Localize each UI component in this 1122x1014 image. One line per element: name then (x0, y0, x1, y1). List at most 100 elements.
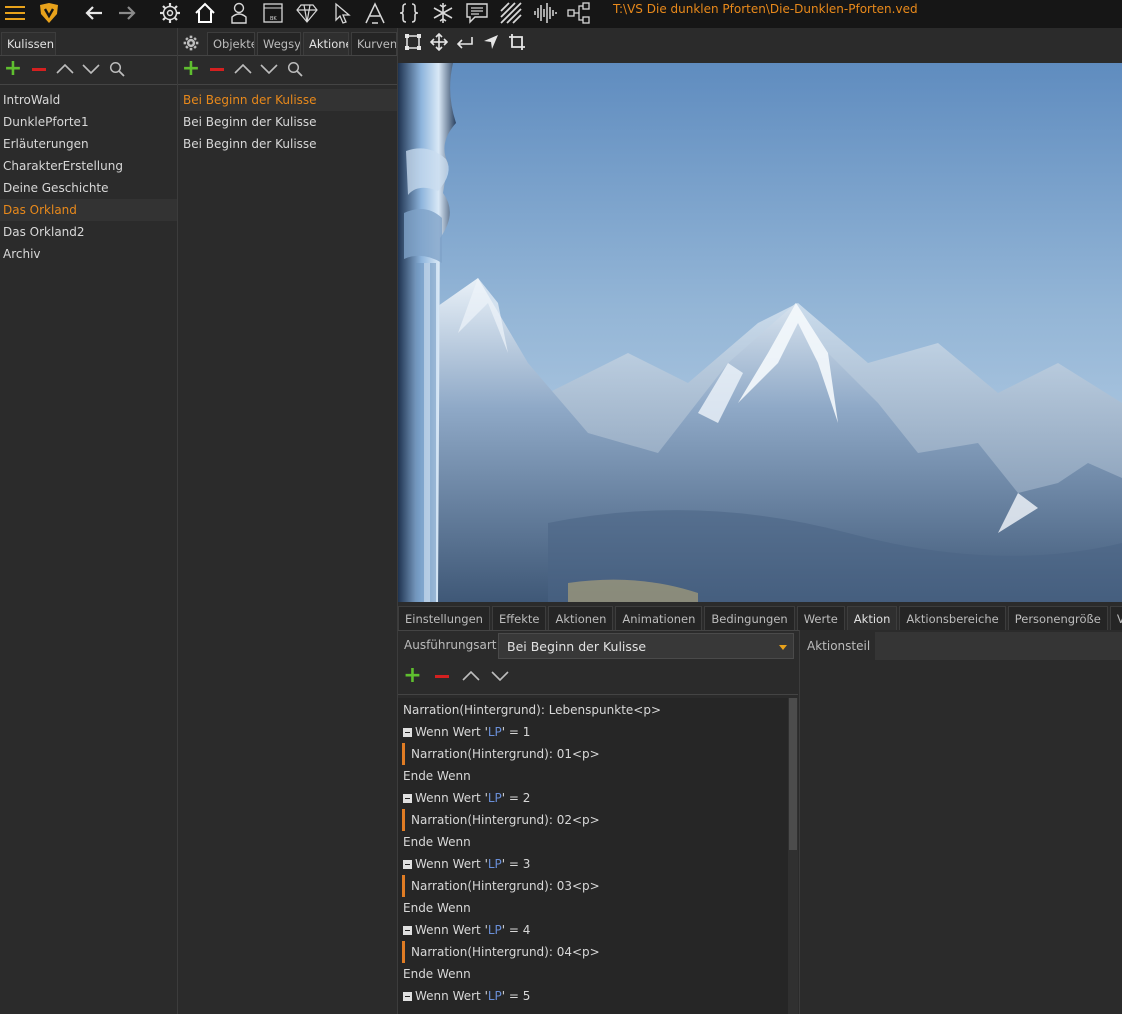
tab-kulissen[interactable]: Kulissen (1, 32, 56, 55)
divider (398, 694, 798, 695)
font-icon[interactable] (363, 0, 387, 26)
person-icon[interactable] (227, 0, 251, 26)
tab-vorschau[interactable]: Vorschau (1109, 606, 1122, 630)
script-line[interactable]: Narration(Hintergrund): Lebenspunkte<p> (403, 699, 661, 721)
move-icon[interactable] (426, 30, 452, 54)
tab-kurven[interactable]: Kurven (351, 32, 397, 55)
script-line-nested[interactable]: Narration(Hintergrund): 02<p> (402, 809, 600, 831)
kulisse-list-item[interactable]: IntroWald (0, 89, 177, 111)
script-line[interactable]: Ende Wenn (403, 831, 471, 853)
kulisse-list-item[interactable]: CharakterErstellung (0, 155, 177, 177)
bk-window-icon[interactable]: BK (261, 0, 285, 26)
diamond-icon[interactable] (295, 0, 319, 26)
forward-arrow-icon[interactable] (115, 0, 139, 26)
move-up-button[interactable] (52, 57, 78, 81)
aktionsteil-field[interactable] (875, 632, 1122, 660)
tab-einstellungen[interactable]: Einstellungen (398, 606, 490, 630)
collapse-toggle-icon[interactable] (403, 728, 412, 737)
action-list-item[interactable]: Bei Beginn der Kulisse (180, 133, 397, 155)
script-line-condition[interactable]: Wenn Wert 'LP' = 3 (403, 853, 530, 875)
move-down-button[interactable] (78, 57, 104, 81)
condition-text: ' = 5 (501, 989, 531, 1003)
braces-icon[interactable] (397, 0, 421, 26)
kulisse-list-item[interactable]: Deine Geschichte (0, 177, 177, 199)
script-line[interactable]: Ende Wenn (403, 897, 471, 919)
crop-icon[interactable] (504, 30, 530, 54)
menu-icon[interactable] (3, 0, 27, 26)
add-kulisse-button[interactable]: + (0, 57, 26, 81)
add-action-button[interactable]: + (178, 57, 204, 81)
tab-bedingungen[interactable]: Bedingungen (704, 606, 795, 630)
move-down-button[interactable] (256, 57, 282, 81)
collapse-toggle-icon[interactable] (403, 926, 412, 935)
script-line-condition[interactable]: Wenn Wert 'LP' = 4 (403, 919, 530, 941)
variable-name: LP (487, 989, 502, 1003)
back-arrow-icon[interactable] (82, 0, 106, 26)
select-rect-icon[interactable] (400, 30, 426, 54)
tab-werte[interactable]: Werte (796, 606, 845, 630)
script-line[interactable]: Ende Wenn (403, 765, 471, 787)
search-button[interactable] (104, 57, 130, 81)
move-up-button[interactable] (456, 664, 485, 688)
mountain-scene-image (398, 63, 1122, 602)
search-button[interactable] (282, 57, 308, 81)
script-scrollbar[interactable] (788, 698, 798, 1014)
panel-settings-button[interactable] (179, 31, 203, 55)
tab-aktionen[interactable]: Aktionen (548, 606, 614, 630)
middle-tabstrip: ObjekteWegsysAktionenKurven (207, 31, 399, 55)
waveform-icon[interactable] (533, 0, 557, 26)
scene-preview[interactable] (398, 63, 1122, 602)
script-line-condition[interactable]: Wenn Wert 'LP' = 5 (403, 985, 530, 1007)
logo-icon[interactable] (37, 0, 61, 26)
move-down-button[interactable] (485, 664, 514, 688)
kulisse-list-item[interactable]: Das Orkland2 (0, 221, 177, 243)
kulissen-list: IntroWald DunklePforte1 Erläuterungen Chara… (0, 89, 177, 265)
kulisse-list-item[interactable]: Archiv (0, 243, 177, 265)
speech-bubble-icon[interactable] (465, 0, 489, 26)
script-line-nested[interactable]: Narration(Hintergrund): 04<p> (402, 941, 600, 963)
tab-wegsys[interactable]: Wegsys (257, 32, 301, 55)
kulisse-list-item[interactable]: DunklePforte1 (0, 111, 177, 133)
action-list-item[interactable]: Bei Beginn der Kulisse (180, 89, 397, 111)
condition-text: ' = 3 (501, 857, 531, 871)
network-icon[interactable] (567, 0, 591, 26)
script-line[interactable]: Ende Wenn (403, 963, 471, 985)
tab-aktionen[interactable]: Aktionen (303, 32, 349, 55)
tab-aktionsbereiche[interactable]: Aktionsbereiche (899, 606, 1006, 630)
tab-animationen[interactable]: Animationen (615, 606, 703, 630)
action-list-item[interactable]: Bei Beginn der Kulisse (180, 111, 397, 133)
script-line-condition[interactable]: Wenn Wert 'LP' = 2 (403, 787, 530, 809)
navigate-icon[interactable] (478, 30, 504, 54)
divider (178, 84, 397, 85)
return-icon[interactable] (452, 30, 478, 54)
kulisse-list-item[interactable]: Erläuterungen (0, 133, 177, 155)
gear-icon[interactable] (158, 0, 182, 26)
move-up-button[interactable] (230, 57, 256, 81)
tab-objekte[interactable]: Objekte (207, 32, 255, 55)
chevron-up-icon (56, 64, 74, 74)
snowflake-icon[interactable] (431, 0, 455, 26)
tab-effekte[interactable]: Effekte (491, 606, 547, 630)
tab-personengröße[interactable]: Personengröße (1007, 606, 1108, 630)
chevron-up-icon (461, 671, 480, 681)
script-line-nested[interactable]: Narration(Hintergrund): 03<p> (402, 875, 600, 897)
collapse-toggle-icon[interactable] (403, 992, 412, 1001)
remove-action-button[interactable] (204, 57, 230, 81)
cursor-icon[interactable] (330, 0, 354, 26)
scrollbar-thumb[interactable] (789, 698, 797, 850)
collapse-toggle-icon[interactable] (403, 860, 412, 869)
remove-line-button[interactable] (427, 664, 456, 688)
add-line-button[interactable]: + (398, 664, 427, 688)
dropdown-arrow-icon (779, 645, 787, 650)
hatch-icon[interactable] (499, 0, 523, 26)
script-line-nested[interactable]: Narration(Hintergrund): 01<p> (402, 743, 600, 765)
script-editor[interactable]: Narration(Hintergrund): Lebenspunkte<p> W… (398, 698, 788, 1014)
kulisse-list-item[interactable]: Das Orkland (0, 199, 177, 221)
tab-aktion[interactable]: Aktion (846, 606, 898, 630)
app-window: BK T:\VS Die dunklen Pforten\Die-Dunklen… (0, 0, 1122, 1014)
execution-type-select[interactable]: Bei Beginn der Kulisse (498, 633, 794, 659)
script-line-condition[interactable]: Wenn Wert 'LP' = 1 (403, 721, 530, 743)
collapse-toggle-icon[interactable] (403, 794, 412, 803)
home-icon[interactable] (193, 0, 217, 26)
remove-kulisse-button[interactable] (26, 57, 52, 81)
